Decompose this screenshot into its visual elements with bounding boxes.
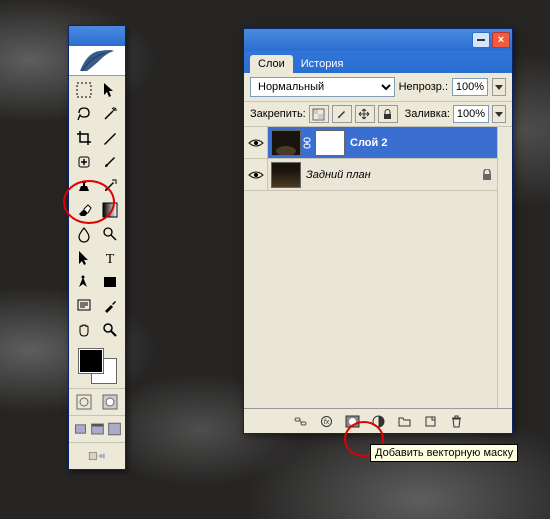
layer-thumbnail[interactable] [271,162,301,188]
brush-tool[interactable] [97,150,123,174]
hand-tool[interactable] [71,318,97,342]
marquee-tool[interactable] [71,78,97,102]
opacity-label: Непрозр.: [399,81,448,93]
fill-arrow[interactable] [492,105,506,123]
dodge-tool[interactable] [97,222,123,246]
pen-tool[interactable] [71,270,97,294]
crop-tool[interactable] [71,126,97,150]
visibility-toggle[interactable] [244,127,268,158]
lock-transparency-button[interactable] [309,105,329,123]
quick-mask-mode-button[interactable] [97,391,123,413]
visibility-toggle[interactable] [244,159,268,190]
new-layer-button[interactable] [419,411,441,431]
color-swatches[interactable] [69,344,125,388]
close-button[interactable]: × [492,32,510,48]
minimize-button[interactable] [472,32,490,48]
history-brush-tool[interactable] [97,174,123,198]
standard-screen-button[interactable] [72,418,89,440]
magic-wand-tool[interactable] [97,102,123,126]
group-button[interactable] [393,411,415,431]
opacity-value[interactable]: 100% [452,78,488,96]
link-layers-button[interactable] [289,411,311,431]
lock-indicator-icon [478,169,496,181]
path-selection-tool[interactable] [71,246,97,270]
standard-mode-button[interactable] [71,391,97,413]
eyedropper-tool[interactable] [97,294,123,318]
slice-tool[interactable] [97,126,123,150]
blur-tool[interactable] [71,222,97,246]
lock-position-button[interactable] [355,105,375,123]
toolbox-panel: T [68,25,126,470]
layer-name[interactable]: Слой 2 [346,137,496,149]
svg-text:T: T [106,252,115,267]
layer-row-layer2[interactable]: Слой 2 [244,127,512,159]
tools-grid: T [69,76,125,342]
layers-scrollbar[interactable] [497,127,512,408]
layer-style-button[interactable]: fx [315,411,337,431]
mask-thumbnail[interactable] [315,130,345,156]
move-tool[interactable] [97,78,123,102]
mask-mode-row [69,388,125,415]
mask-link-icon[interactable] [302,137,312,149]
healing-brush-tool[interactable] [71,150,97,174]
delete-layer-button[interactable] [445,411,467,431]
foreground-swatch[interactable] [78,348,104,374]
adjustment-layer-button[interactable] [367,411,389,431]
full-screen-button[interactable] [106,418,123,440]
type-tool[interactable]: T [97,246,123,270]
zoom-tool[interactable] [97,318,123,342]
layer-thumbnail[interactable] [271,130,301,156]
toolbox-titlebar[interactable] [69,26,125,46]
fill-label: Заливка: [405,108,450,120]
layer-name[interactable]: Задний план [302,169,478,181]
layers-list: Слой 2 Задний план [244,127,512,409]
lock-all-button[interactable] [378,105,398,123]
panel-titlebar[interactable]: × [244,29,512,51]
add-mask-button[interactable] [341,411,363,431]
clone-stamp-tool[interactable] [71,174,97,198]
svg-text:fx: fx [323,419,329,426]
layer-row-background[interactable]: Задний план [244,159,512,191]
shape-tool[interactable] [97,270,123,294]
blend-opacity-row: Нормальный Непрозр.: 100% [244,73,512,102]
lasso-tool[interactable] [71,102,97,126]
tooltip: Добавить векторную маску [370,444,518,462]
screen-mode-row [69,415,125,442]
notes-tool[interactable] [71,294,97,318]
panel-tabs: Слои История [244,51,512,73]
layers-panel: × Слои История Нормальный Непрозр.: 100%… [243,28,513,434]
tab-layers[interactable]: Слои [250,55,293,73]
eraser-tool[interactable] [71,198,97,222]
full-screen-menu-button[interactable] [89,418,106,440]
fill-value[interactable]: 100% [453,105,489,123]
opacity-arrow[interactable] [492,78,506,96]
app-logo [69,46,125,76]
jump-imageready-button[interactable] [77,445,117,467]
lock-fill-row: Закрепить: Заливка: 100% [244,102,512,127]
lock-pixels-button[interactable] [332,105,352,123]
blend-mode-select[interactable]: Нормальный [250,77,395,97]
tab-history[interactable]: История [293,55,352,73]
lock-label: Закрепить: [250,108,306,120]
panel-footer: fx [244,409,512,433]
gradient-tool[interactable] [97,198,123,222]
jump-row [69,442,125,469]
